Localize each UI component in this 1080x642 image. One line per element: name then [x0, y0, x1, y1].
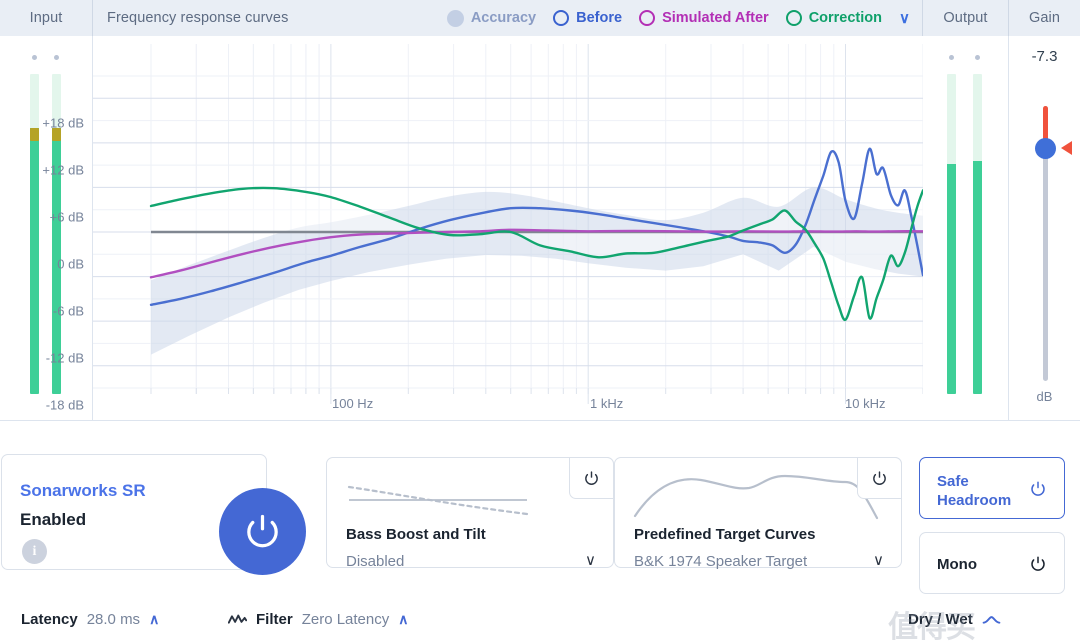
page-title: Frequency response curves: [107, 10, 289, 26]
y-tick-label: +12 dB: [42, 162, 84, 178]
y-tick-label: -6 dB: [52, 303, 84, 319]
gain-slider-handle[interactable]: [1035, 138, 1056, 159]
before-ring-icon: [553, 10, 570, 26]
output-level-meters: L R: [923, 36, 1008, 442]
safe-headroom-button[interactable]: Safe Headroom: [919, 457, 1065, 519]
gain-control[interactable]: -7.3 dB: [1009, 36, 1080, 420]
safe-headroom-label-line2: Headroom: [937, 492, 1012, 509]
y-axis: +18 dB +12 dB +6 dB 0 dB -6 dB -12 dB -1…: [0, 36, 92, 420]
info-icon[interactable]: i: [22, 539, 47, 564]
output-meter-fill-r: [973, 161, 982, 394]
sonarworks-plugin-window: Input Frequency response curves Accuracy…: [0, 0, 1080, 642]
y-tick-label: +6 dB: [49, 209, 84, 225]
dry-wet-control[interactable]: Dry / Wet: [908, 611, 1001, 628]
bass-boost-value: Disabled: [346, 553, 405, 570]
power-icon: [1031, 481, 1045, 496]
top-header-bar: Input Frequency response curves Accuracy…: [0, 0, 1080, 36]
legend-item-simulated-after[interactable]: Simulated After: [639, 10, 769, 26]
bass-boost-power-button[interactable]: [569, 457, 614, 499]
enabled-state-label: Enabled: [20, 510, 87, 529]
header-gain-label: Gain: [1028, 10, 1061, 26]
gain-peak-marker-icon: [1061, 141, 1072, 155]
y-tick-label: 0 dB: [57, 256, 84, 272]
y-tick-label: -12 dB: [45, 350, 84, 366]
header-output-label: Output: [943, 10, 988, 26]
correction-ring-icon: [785, 10, 802, 26]
filter-control[interactable]: Filter Zero Latency ∧: [228, 611, 408, 628]
legend-label-accuracy: Accuracy: [470, 10, 537, 26]
mono-label: Mono: [937, 556, 977, 573]
chevron-down-icon[interactable]: ∨: [899, 11, 914, 26]
output-clip-indicator-l: [949, 55, 954, 60]
chevron-up-icon[interactable]: ∧: [398, 611, 408, 628]
chevron-up-icon[interactable]: ∧: [149, 611, 159, 628]
legend-label-correction: Correction: [808, 10, 883, 26]
analyzer-row: L R +18 dB +12 dB +6 dB 0 dB -6 dB -12 d…: [0, 36, 1080, 442]
accuracy-swatch-icon: [446, 9, 464, 27]
filter-label: Filter: [256, 611, 293, 628]
latency-control[interactable]: Latency 28.0 ms ∧: [21, 611, 159, 628]
status-footer: Latency 28.0 ms ∧ Filter Zero Latency ∧ …: [0, 600, 1080, 642]
legend-item-accuracy[interactable]: Accuracy: [446, 9, 537, 27]
legend-label-before: Before: [576, 10, 623, 26]
plot-canvas: [93, 36, 923, 420]
legend-item-before[interactable]: Before: [553, 10, 622, 26]
curve-legend: Accuracy Before Simulated After Correcti…: [288, 0, 922, 36]
chevron-down-icon[interactable]: ∨: [585, 551, 596, 569]
latency-label: Latency: [21, 611, 78, 628]
latency-value: 28.0 ms: [86, 611, 141, 628]
legend-item-correction[interactable]: Correction: [785, 10, 883, 26]
x-tick-label: 10 kHz: [845, 396, 886, 411]
gain-value: -7.3: [1031, 48, 1058, 65]
simulated-after-ring-icon: [639, 10, 656, 26]
dry-wet-curve-icon: [982, 616, 1001, 624]
bass-boost-and-tilt-card: Bass Boost and Tilt Disabled ∨: [326, 457, 614, 570]
frequency-response-plot[interactable]: 100 Hz 1 kHz 10 kHz: [93, 36, 923, 420]
target-curves-value: B&K 1974 Speaker Target: [634, 553, 808, 570]
dry-wet-label: Dry / Wet: [908, 611, 973, 628]
y-tick-label: -18 dB: [45, 397, 84, 413]
safe-headroom-label-line1: Safe: [937, 473, 969, 490]
master-bypass-button[interactable]: [219, 488, 306, 575]
predefined-target-curves-card: Predefined Target Curves B&K 1974 Speake…: [614, 457, 902, 570]
filter-value: Zero Latency: [301, 611, 390, 628]
waveform-icon: [228, 614, 247, 624]
power-icon: [873, 470, 886, 485]
power-icon: [1031, 556, 1045, 571]
y-tick-label: +18 dB: [42, 115, 84, 131]
bass-boost-title: Bass Boost and Tilt: [346, 526, 486, 543]
chevron-down-icon[interactable]: ∨: [873, 551, 884, 569]
gain-unit-label: dB: [1036, 389, 1053, 404]
power-icon: [585, 470, 598, 485]
x-tick-label: 100 Hz: [332, 396, 374, 411]
target-curves-power-button[interactable]: [857, 457, 902, 499]
header-input-label: Input: [29, 10, 63, 26]
mono-button[interactable]: Mono: [919, 532, 1065, 594]
legend-label-simulated-after: Simulated After: [662, 10, 769, 26]
x-tick-label: 1 kHz: [590, 396, 624, 411]
output-meter-fill-l: [947, 164, 956, 394]
output-clip-indicator-r: [975, 55, 980, 60]
target-curves-title: Predefined Target Curves: [634, 526, 816, 543]
brand-label: Sonarworks SR: [20, 481, 146, 500]
power-icon: [247, 514, 278, 548]
